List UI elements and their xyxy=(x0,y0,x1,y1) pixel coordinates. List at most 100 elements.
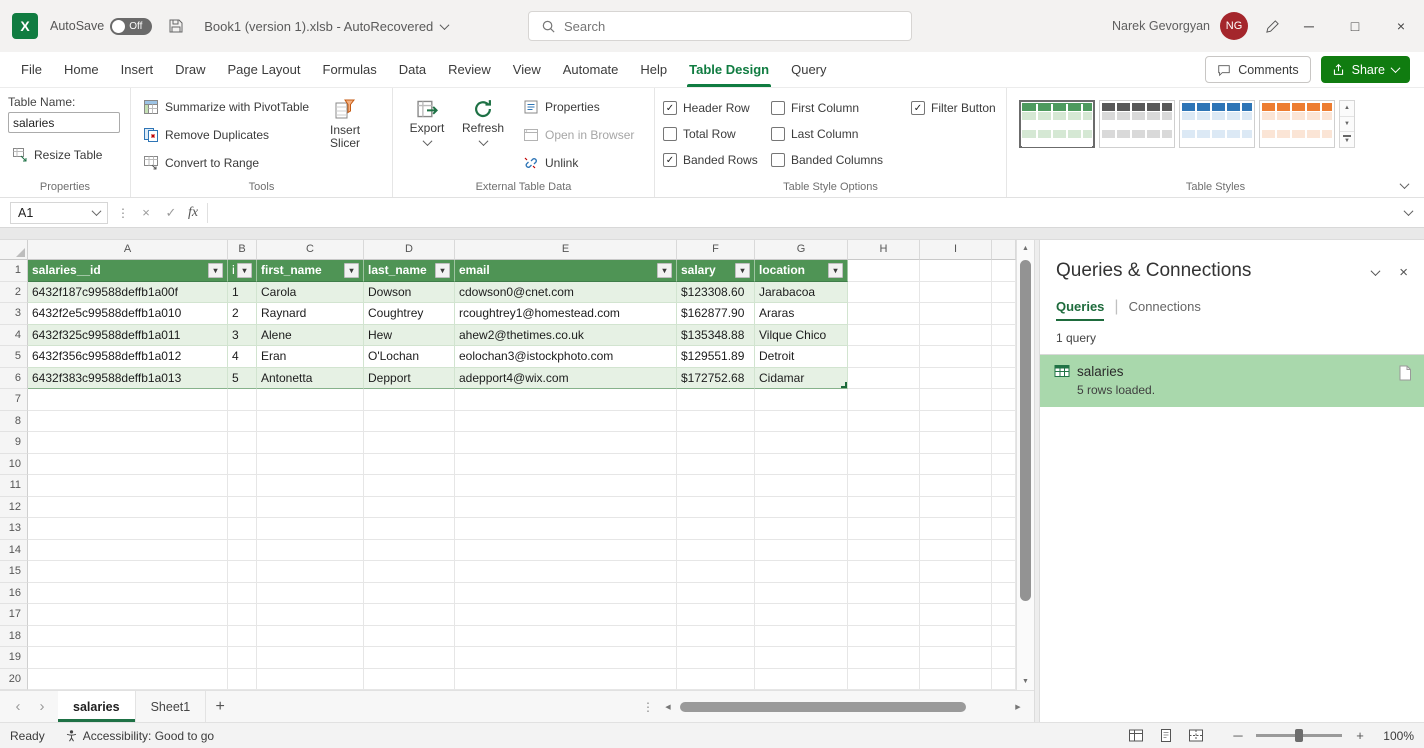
checkbox-total-row[interactable]: Total Row xyxy=(663,127,767,141)
gallery-more-icon[interactable]: ▼ xyxy=(1340,132,1354,147)
row-header-2[interactable]: 2 xyxy=(0,282,28,304)
cell-C4[interactable]: Alene xyxy=(257,325,364,347)
cell-E15[interactable] xyxy=(455,561,677,583)
cell-B12[interactable] xyxy=(228,497,257,519)
cell-E10[interactable] xyxy=(455,454,677,476)
cell-I14[interactable] xyxy=(920,540,992,562)
cell-C6[interactable]: Antonetta xyxy=(257,368,364,390)
cell-G16[interactable] xyxy=(755,583,848,605)
cell-C20[interactable] xyxy=(257,669,364,691)
sheet-bar-splitter-icon[interactable]: ⋮ xyxy=(634,700,662,714)
column-header-C[interactable]: C xyxy=(257,240,364,260)
row-header-6[interactable]: 6 xyxy=(0,368,28,390)
cell-A14[interactable] xyxy=(28,540,228,562)
cell-D12[interactable] xyxy=(364,497,455,519)
cell-G6[interactable]: Cidamar xyxy=(755,368,848,390)
cell-I9[interactable] xyxy=(920,432,992,454)
cell-G5[interactable]: Detroit xyxy=(755,346,848,368)
accessibility-status[interactable]: Accessibility: Good to go xyxy=(65,729,214,743)
cell-E13[interactable] xyxy=(455,518,677,540)
ribbon-tab-table-design[interactable]: Table Design xyxy=(678,52,780,87)
cell-C14[interactable] xyxy=(257,540,364,562)
cell-C12[interactable] xyxy=(257,497,364,519)
cell-H6[interactable] xyxy=(848,368,920,390)
row-header-3[interactable]: 3 xyxy=(0,303,28,325)
cell-F14[interactable] xyxy=(677,540,755,562)
cell-F9[interactable] xyxy=(677,432,755,454)
filter-button[interactable]: ▾ xyxy=(237,263,252,278)
cell-C8[interactable] xyxy=(257,411,364,433)
cell-D14[interactable] xyxy=(364,540,455,562)
name-box[interactable]: A1 xyxy=(10,202,108,224)
row-header-12[interactable]: 12 xyxy=(0,497,28,519)
cell-G20[interactable] xyxy=(755,669,848,691)
cell-F15[interactable] xyxy=(677,561,755,583)
autosave-toggle[interactable]: AutoSave Off xyxy=(50,18,152,35)
column-header-G[interactable]: G xyxy=(755,240,848,260)
horizontal-scrollbar[interactable]: ◀ ▶ xyxy=(662,701,1034,713)
cell-G19[interactable] xyxy=(755,647,848,669)
cell-I5[interactable] xyxy=(920,346,992,368)
cell-H11[interactable] xyxy=(848,475,920,497)
cell-A13[interactable] xyxy=(28,518,228,540)
cell-G1[interactable]: location▾ xyxy=(755,260,848,282)
scroll-down-icon[interactable]: ▼ xyxy=(1017,673,1034,690)
cell-A10[interactable] xyxy=(28,454,228,476)
cell-D11[interactable] xyxy=(364,475,455,497)
cell-G13[interactable] xyxy=(755,518,848,540)
cell-G9[interactable] xyxy=(755,432,848,454)
checkbox-header-row[interactable]: ✓Header Row xyxy=(663,101,767,115)
panel-collapse-chevron-icon[interactable] xyxy=(1371,266,1381,276)
cell-E18[interactable] xyxy=(455,626,677,648)
cell-A4[interactable]: 6432f325c99588deffb1a011 xyxy=(28,325,228,347)
ribbon-tab-review[interactable]: Review xyxy=(437,52,502,87)
cell-E6[interactable]: adepport4@wix.com xyxy=(455,368,677,390)
cell-H14[interactable] xyxy=(848,540,920,562)
row-header-15[interactable]: 15 xyxy=(0,561,28,583)
cell-H15[interactable] xyxy=(848,561,920,583)
cell-A9[interactable] xyxy=(28,432,228,454)
column-header-F[interactable]: F xyxy=(677,240,755,260)
cell-I3[interactable] xyxy=(920,303,992,325)
checkbox-last-column[interactable]: Last Column xyxy=(771,127,907,141)
cell-G12[interactable] xyxy=(755,497,848,519)
cell-I8[interactable] xyxy=(920,411,992,433)
cell-D9[interactable] xyxy=(364,432,455,454)
cell-F16[interactable] xyxy=(677,583,755,605)
row-header-8[interactable]: 8 xyxy=(0,411,28,433)
cell-H4[interactable] xyxy=(848,325,920,347)
table-style-green[interactable] xyxy=(1019,100,1095,148)
cell-E11[interactable] xyxy=(455,475,677,497)
cell-C7[interactable] xyxy=(257,389,364,411)
cell-H1[interactable] xyxy=(848,260,920,282)
ribbon-tab-automate[interactable]: Automate xyxy=(552,52,630,87)
cell-E12[interactable] xyxy=(455,497,677,519)
excel-app-icon[interactable]: X xyxy=(12,13,38,39)
cell-I19[interactable] xyxy=(920,647,992,669)
row-header-4[interactable]: 4 xyxy=(0,325,28,347)
zoom-level[interactable]: 100% xyxy=(1378,729,1414,743)
avatar[interactable]: NG xyxy=(1220,12,1248,40)
column-header-A[interactable]: A xyxy=(28,240,228,260)
cell-B16[interactable] xyxy=(228,583,257,605)
properties-button[interactable]: Properties xyxy=(519,95,638,119)
cell-A6[interactable]: 6432f383c99588deffb1a013 xyxy=(28,368,228,390)
cell-I11[interactable] xyxy=(920,475,992,497)
scroll-right-icon[interactable]: ▶ xyxy=(1012,703,1024,711)
cell-E20[interactable] xyxy=(455,669,677,691)
vertical-scrollbar[interactable]: ▲ ▼ xyxy=(1016,240,1034,690)
cell-D17[interactable] xyxy=(364,604,455,626)
cell-C16[interactable] xyxy=(257,583,364,605)
name-box-options-icon[interactable]: ⋮ xyxy=(117,206,129,220)
gallery-scroll-up-icon[interactable]: ▲ xyxy=(1340,101,1354,117)
cell-H3[interactable] xyxy=(848,303,920,325)
cell-I20[interactable] xyxy=(920,669,992,691)
cell-D4[interactable]: Hew xyxy=(364,325,455,347)
ribbon-tab-data[interactable]: Data xyxy=(388,52,437,87)
formula-cancel-icon[interactable]: × xyxy=(138,205,154,220)
cell-G4[interactable]: Vilque Chico xyxy=(755,325,848,347)
cell-F13[interactable] xyxy=(677,518,755,540)
cell-A17[interactable] xyxy=(28,604,228,626)
ribbon-tab-insert[interactable]: Insert xyxy=(110,52,165,87)
maximize-button[interactable]: □ xyxy=(1332,0,1378,52)
